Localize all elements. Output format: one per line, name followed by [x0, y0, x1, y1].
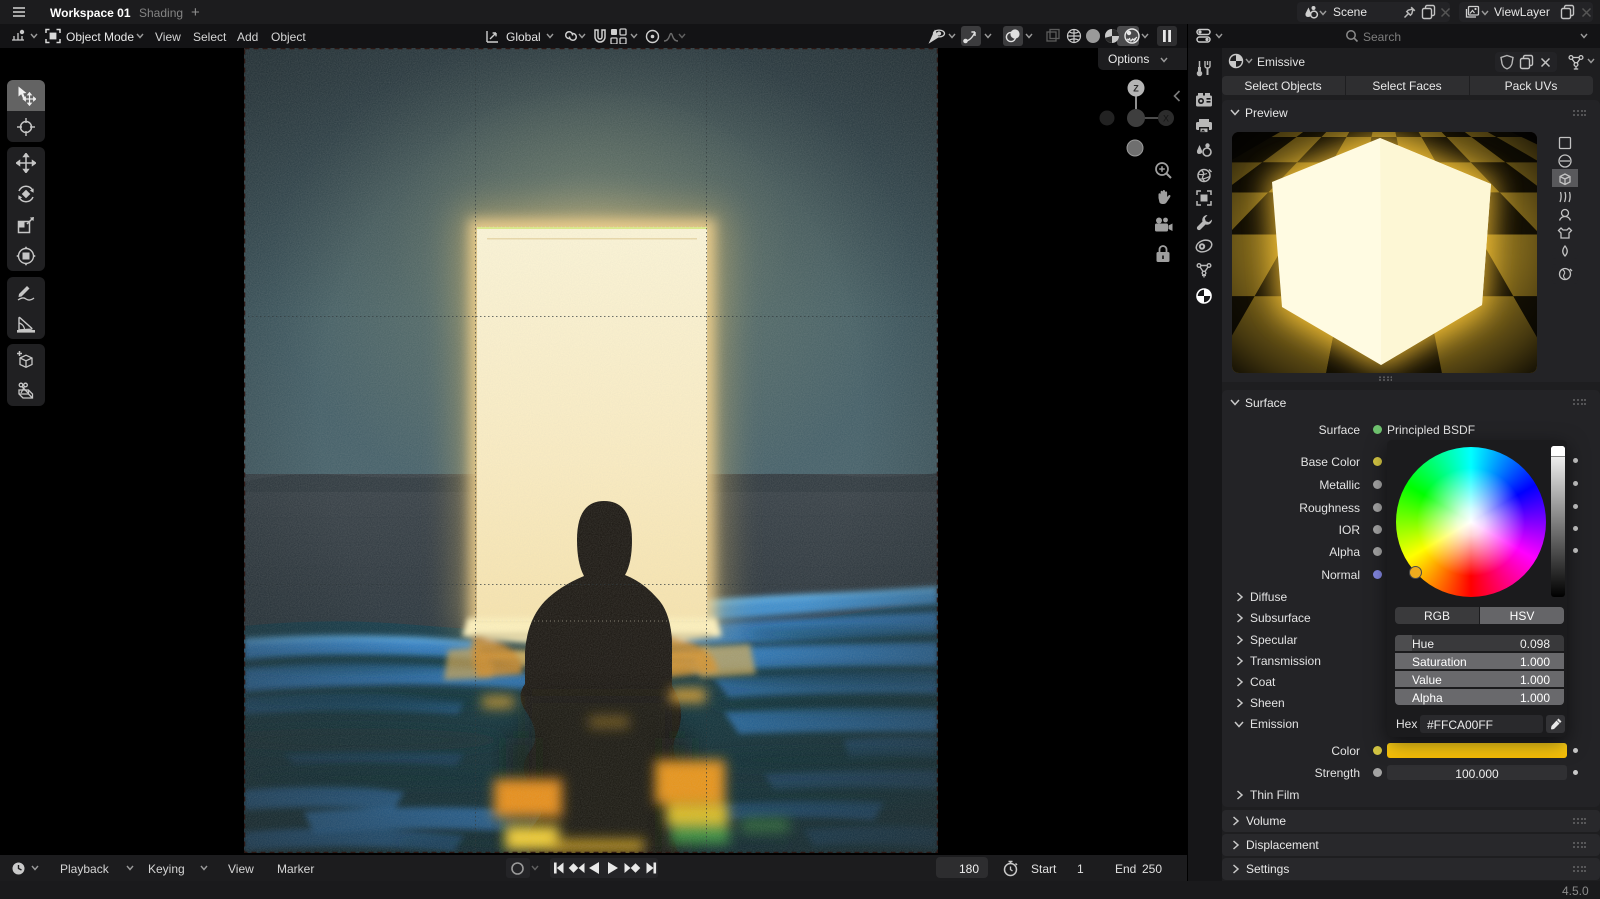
svg-text:X: X — [1163, 114, 1169, 124]
svg-text:Z: Z — [1133, 84, 1139, 94]
